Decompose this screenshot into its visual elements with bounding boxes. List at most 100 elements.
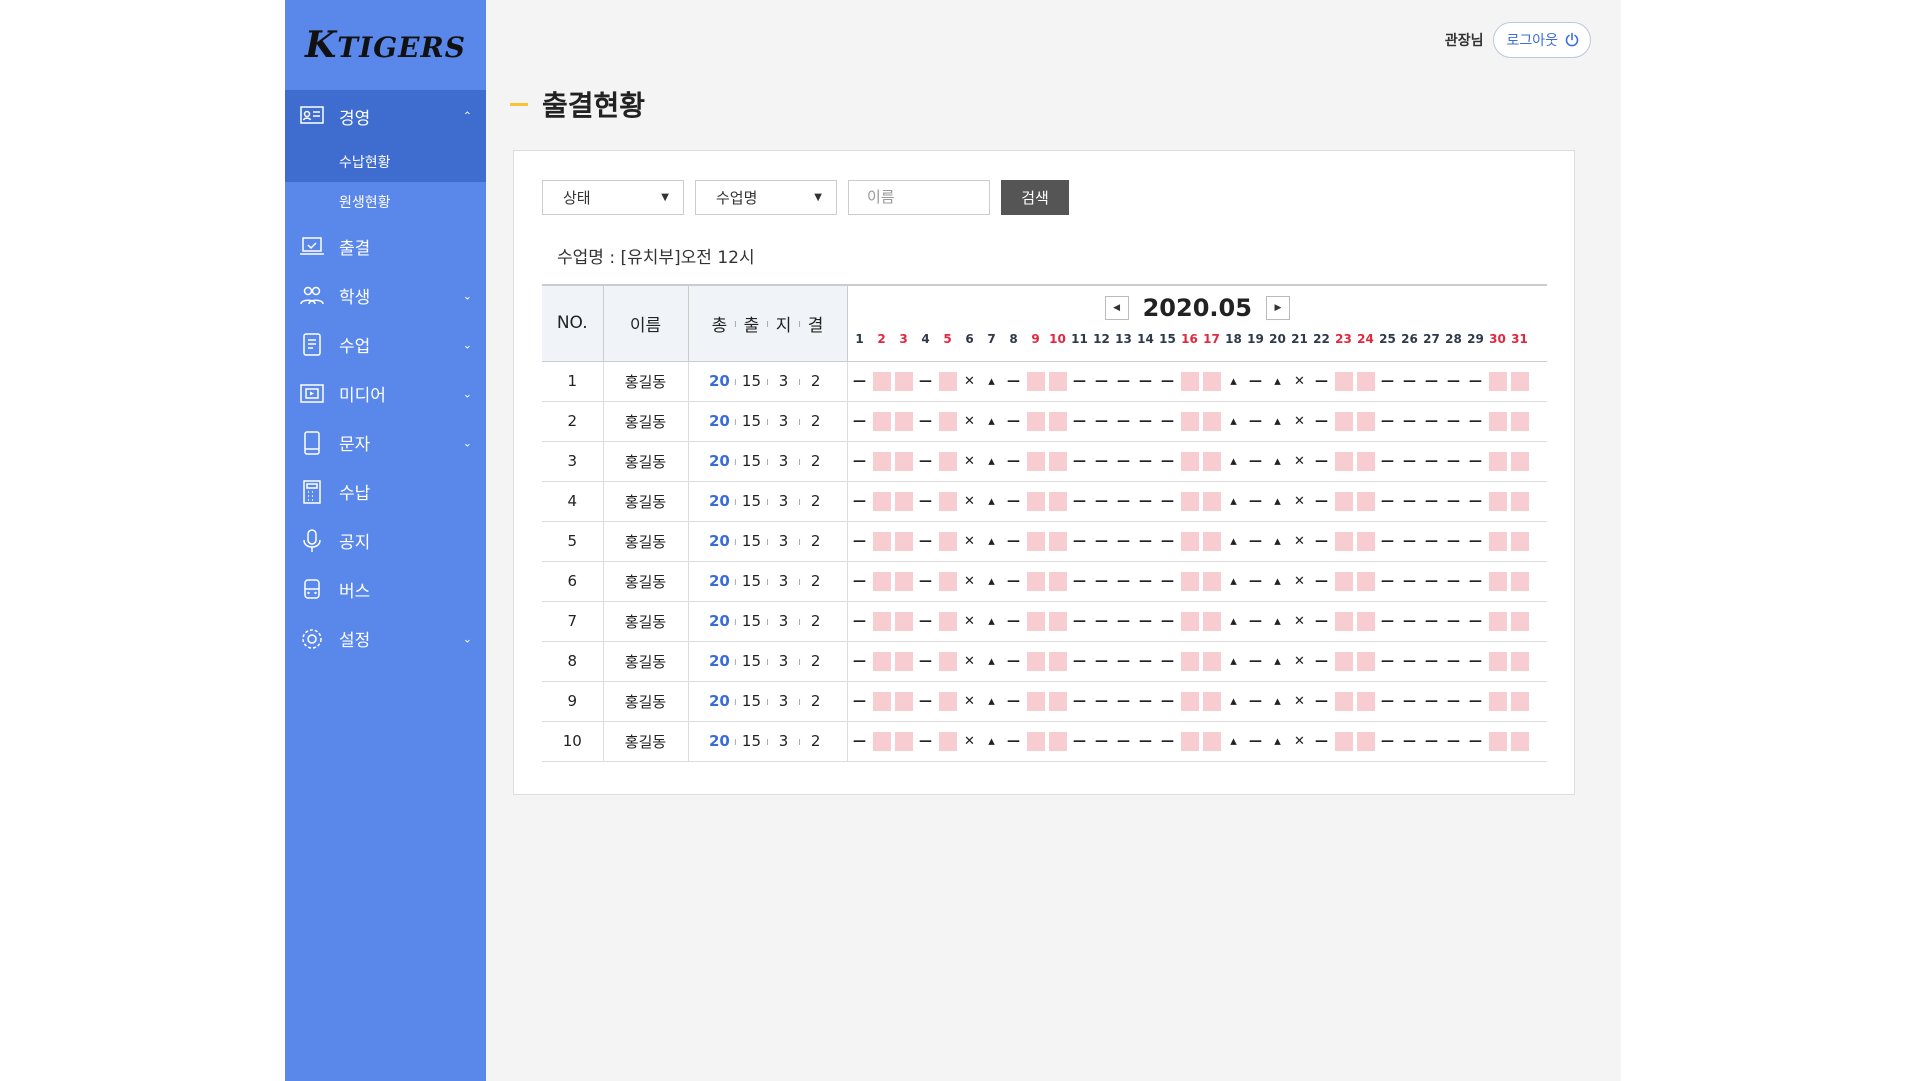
attendance-cell[interactable]	[938, 651, 957, 671]
attendance-cell[interactable]: ✕	[1291, 532, 1309, 551]
attendance-cell[interactable]	[938, 411, 957, 431]
attendance-cell[interactable]	[1026, 491, 1045, 511]
attendance-cell[interactable]	[872, 571, 891, 591]
attendance-cell[interactable]	[1180, 491, 1199, 511]
student-name[interactable]: 홍길동	[603, 641, 689, 682]
attendance-cell[interactable]	[1202, 491, 1221, 511]
attendance-cell[interactable]: —	[1445, 612, 1463, 631]
attendance-cell[interactable]: —	[1401, 452, 1419, 471]
attendance-cell[interactable]: ✕	[1291, 732, 1309, 751]
attendance-cell[interactable]	[894, 531, 913, 551]
attendance-cell[interactable]: —	[1313, 372, 1331, 391]
attendance-cell[interactable]: —	[1379, 412, 1397, 431]
attendance-cell[interactable]: —	[1379, 612, 1397, 631]
attendance-cell[interactable]: —	[1313, 572, 1331, 591]
attendance-cell[interactable]	[1048, 571, 1067, 591]
attendance-cell[interactable]	[1202, 451, 1221, 471]
attendance-cell[interactable]: —	[1401, 612, 1419, 631]
attendance-cell[interactable]: —	[1159, 492, 1177, 511]
attendance-cell[interactable]	[938, 611, 957, 631]
attendance-cell[interactable]: —	[1159, 612, 1177, 631]
sidebar-item-2[interactable]: 학생 ⌄	[285, 271, 486, 320]
attendance-cell[interactable]: ✕	[961, 532, 979, 551]
attendance-cell[interactable]: —	[1159, 692, 1177, 711]
attendance-cell[interactable]	[938, 691, 957, 711]
attendance-cell[interactable]	[938, 371, 957, 391]
attendance-cell[interactable]	[1510, 731, 1529, 751]
attendance-cell[interactable]	[1026, 691, 1045, 711]
attendance-cell[interactable]: —	[1445, 372, 1463, 391]
attendance-cell[interactable]: —	[1247, 532, 1265, 551]
attendance-cell[interactable]	[1488, 571, 1507, 591]
attendance-cell[interactable]	[938, 731, 957, 751]
attendance-cell[interactable]: ▴	[983, 732, 1001, 751]
attendance-cell[interactable]: —	[1401, 692, 1419, 711]
attendance-cell[interactable]	[938, 531, 957, 551]
attendance-cell[interactable]: —	[1247, 612, 1265, 631]
attendance-cell[interactable]: ▴	[1225, 612, 1243, 631]
attendance-cell[interactable]: —	[1005, 612, 1023, 631]
attendance-cell[interactable]	[1180, 691, 1199, 711]
attendance-cell[interactable]: ▴	[1225, 692, 1243, 711]
attendance-cell[interactable]: —	[1467, 692, 1485, 711]
attendance-cell[interactable]: —	[1137, 572, 1155, 591]
attendance-cell[interactable]: —	[1159, 412, 1177, 431]
attendance-cell[interactable]: —	[1093, 372, 1111, 391]
attendance-cell[interactable]: —	[851, 412, 869, 431]
attendance-cell[interactable]: —	[1093, 492, 1111, 511]
attendance-cell[interactable]	[938, 571, 957, 591]
student-name[interactable]: 홍길동	[603, 481, 689, 522]
attendance-cell[interactable]: —	[1005, 692, 1023, 711]
sidebar-item-6[interactable]: 수납	[285, 467, 486, 516]
student-name[interactable]: 홍길동	[603, 601, 689, 642]
attendance-cell[interactable]	[1488, 731, 1507, 751]
attendance-cell[interactable]: —	[1071, 732, 1089, 751]
attendance-cell[interactable]: ▴	[983, 572, 1001, 591]
attendance-cell[interactable]	[1334, 731, 1353, 751]
attendance-cell[interactable]: ▴	[1225, 532, 1243, 551]
attendance-cell[interactable]: ▴	[1269, 372, 1287, 391]
name-search-input[interactable]	[848, 180, 990, 215]
attendance-cell[interactable]	[1334, 451, 1353, 471]
attendance-cell[interactable]: —	[1115, 532, 1133, 551]
attendance-cell[interactable]	[1356, 571, 1375, 591]
attendance-cell[interactable]: —	[1379, 572, 1397, 591]
sidebar-item-0[interactable]: 경영 ⌃	[285, 90, 486, 142]
attendance-cell[interactable]: —	[1467, 572, 1485, 591]
attendance-cell[interactable]: —	[1423, 612, 1441, 631]
attendance-cell[interactable]: —	[1005, 412, 1023, 431]
attendance-cell[interactable]: —	[1115, 452, 1133, 471]
attendance-cell[interactable]	[1180, 531, 1199, 551]
attendance-cell[interactable]	[1202, 411, 1221, 431]
attendance-cell[interactable]: ✕	[961, 372, 979, 391]
attendance-cell[interactable]: ▴	[983, 452, 1001, 471]
attendance-cell[interactable]: —	[1379, 372, 1397, 391]
attendance-cell[interactable]	[1048, 651, 1067, 671]
attendance-cell[interactable]: —	[1005, 572, 1023, 591]
attendance-cell[interactable]	[872, 371, 891, 391]
attendance-cell[interactable]: —	[1445, 452, 1463, 471]
attendance-cell[interactable]: —	[851, 732, 869, 751]
attendance-cell[interactable]: —	[1247, 732, 1265, 751]
attendance-cell[interactable]	[872, 731, 891, 751]
attendance-cell[interactable]: ▴	[1225, 732, 1243, 751]
attendance-cell[interactable]: ▴	[983, 692, 1001, 711]
attendance-cell[interactable]	[1356, 611, 1375, 631]
attendance-cell[interactable]: —	[917, 372, 935, 391]
attendance-cell[interactable]: —	[1313, 612, 1331, 631]
attendance-cell[interactable]: —	[1093, 652, 1111, 671]
attendance-cell[interactable]: —	[851, 612, 869, 631]
attendance-cell[interactable]: —	[1093, 612, 1111, 631]
attendance-cell[interactable]: ▴	[1269, 532, 1287, 551]
attendance-cell[interactable]: —	[1247, 572, 1265, 591]
attendance-cell[interactable]: —	[1423, 452, 1441, 471]
attendance-cell[interactable]	[938, 451, 957, 471]
attendance-cell[interactable]: —	[1445, 652, 1463, 671]
attendance-cell[interactable]	[1334, 691, 1353, 711]
attendance-cell[interactable]: —	[1467, 612, 1485, 631]
attendance-cell[interactable]: —	[917, 612, 935, 631]
attendance-cell[interactable]: —	[1071, 452, 1089, 471]
search-button[interactable]: 검색	[1001, 180, 1069, 215]
attendance-cell[interactable]: ▴	[1269, 652, 1287, 671]
attendance-cell[interactable]: —	[1423, 412, 1441, 431]
